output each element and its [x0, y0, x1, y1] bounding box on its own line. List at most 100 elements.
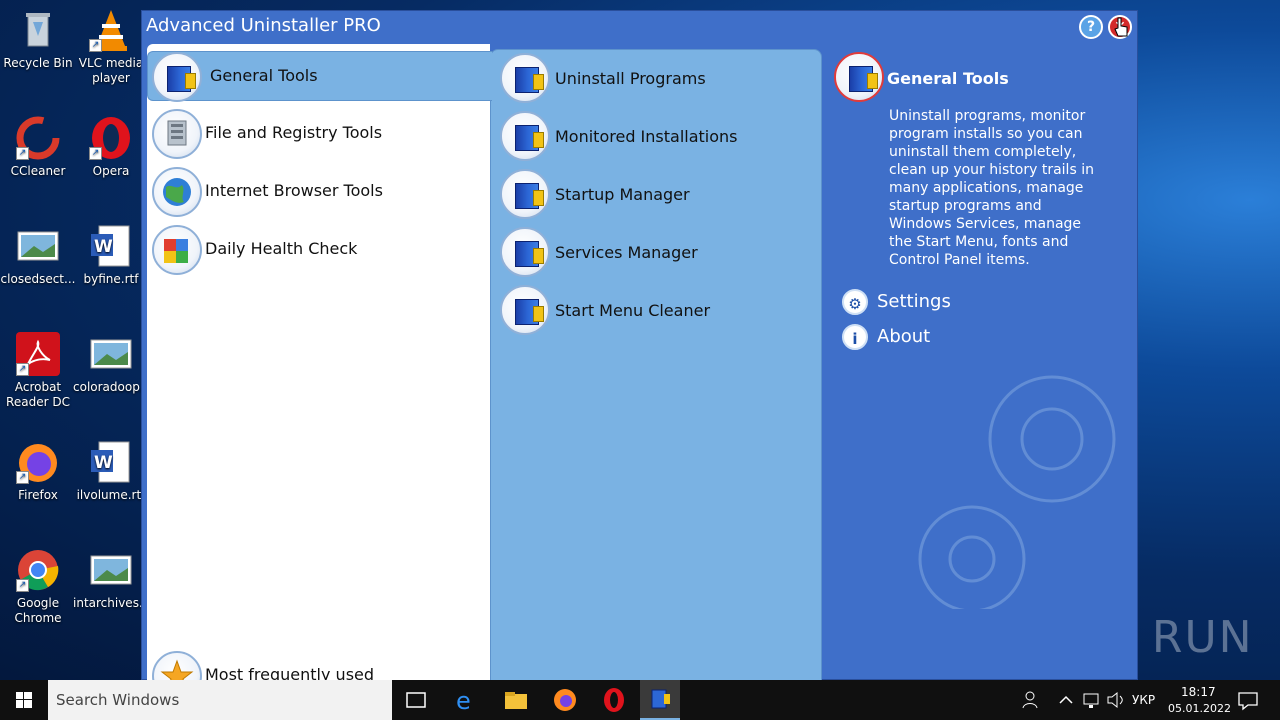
taskbar: Search Windows e УКР 18:17 05.01.2022 [0, 680, 1280, 720]
word-document-icon: W [89, 440, 133, 484]
desktop-icon-acrobat[interactable]: ↗ Acrobat Reader DC [0, 332, 76, 410]
firefox-icon: ↗ [16, 440, 60, 484]
shortcut-arrow-icon: ↗ [16, 363, 29, 376]
shortcut-arrow-icon: ↗ [16, 579, 29, 592]
mouse-cursor-icon [1114, 17, 1128, 37]
category-most-frequently-used[interactable]: Most frequently used [152, 651, 482, 681]
window-title: Advanced Uninstaller PRO [146, 15, 381, 36]
title-bar[interactable]: Advanced Uninstaller PRO ? ✕ [142, 11, 1137, 41]
opera-taskbar-icon[interactable] [600, 686, 628, 714]
shortcut-arrow-icon: ↗ [16, 471, 29, 484]
language-indicator[interactable]: УКР [1132, 693, 1155, 707]
desktop-icon-opera[interactable]: ↗ Opera [73, 116, 149, 179]
about-link[interactable]: i About [842, 324, 962, 352]
startup-manager-icon [500, 169, 550, 219]
desktop-icon-vlc[interactable]: ↗ VLC media player [73, 8, 149, 86]
tool-label: Services Manager [555, 243, 698, 262]
category-general-tools[interactable]: General Tools [147, 51, 492, 102]
desktop-icon-recycle-bin[interactable]: Recycle Bin [0, 8, 76, 71]
desktop-icon-coloradoop[interactable]: coloradoop... [73, 332, 151, 395]
info-description: Uninstall programs, monitor program inst… [889, 108, 1094, 268]
search-input[interactable]: Search Windows [48, 680, 392, 720]
tool-services-manager[interactable]: Services Manager [500, 227, 820, 277]
monitored-installations-icon [500, 111, 550, 161]
general-tools-icon [152, 52, 202, 102]
desktop-icon-label: closedsect... [0, 272, 76, 286]
desktop-icon-closedsect[interactable]: closedsect... [0, 224, 76, 287]
tool-label: Startup Manager [555, 185, 690, 204]
edge-icon[interactable]: e [453, 686, 481, 715]
start-button[interactable] [0, 680, 48, 720]
help-button[interactable]: ? [1079, 15, 1103, 39]
windows-logo-icon [16, 692, 32, 708]
acrobat-icon: ↗ [16, 332, 60, 376]
image-file-icon [89, 332, 133, 376]
tool-monitored-installations[interactable]: Monitored Installations [500, 111, 820, 161]
desktop-icon-byfine[interactable]: W byfine.rtf [73, 224, 149, 287]
category-label: Most frequently used [205, 665, 375, 681]
tool-label: Uninstall Programs [555, 69, 706, 88]
desktop-icon-intarchives[interactable]: intarchives... [73, 548, 151, 611]
info-title: General Tools [887, 69, 1009, 88]
tool-startup-manager[interactable]: Startup Manager [500, 169, 820, 219]
svg-text:W: W [94, 237, 113, 257]
opera-icon: ↗ [89, 116, 133, 160]
services-manager-icon [500, 227, 550, 277]
desktop-icon-label: Firefox [18, 488, 58, 502]
desktop-icon-label: Acrobat Reader DC [6, 380, 70, 409]
category-internet-browser-tools[interactable]: Internet Browser Tools [152, 167, 482, 217]
desktop-icon-ilvolume[interactable]: W ilvolume.rtf [73, 440, 149, 503]
desktop-icon-label: Opera [92, 164, 130, 178]
volume-icon[interactable] [1104, 686, 1132, 714]
shortcut-arrow-icon: ↗ [89, 39, 102, 52]
category-daily-health-check[interactable]: Daily Health Check [152, 225, 482, 275]
desktop-icon-label: ilvolume.rtf [76, 488, 146, 502]
info-icon: i [842, 324, 868, 350]
category-label: Daily Health Check [205, 239, 358, 258]
vlc-icon: ↗ [89, 8, 133, 52]
start-menu-cleaner-icon [500, 285, 550, 335]
clock-time[interactable]: 18:17 [1181, 685, 1216, 699]
svg-text:W: W [94, 453, 113, 473]
star-icon [152, 651, 202, 681]
tool-label: Monitored Installations [555, 127, 738, 146]
desktop-icon-chrome[interactable]: ↗ Google Chrome [0, 548, 76, 626]
app-window: Advanced Uninstaller PRO ? ✕ General Too… [141, 10, 1138, 681]
recycle-bin-icon [16, 8, 60, 52]
gears-decoration [918, 375, 1116, 609]
desktop-icon-ccleaner[interactable]: ↗ CCleaner [0, 116, 76, 179]
advanced-uninstaller-taskbar-icon[interactable] [640, 680, 680, 720]
chrome-icon: ↗ [16, 548, 60, 592]
clock-date[interactable]: 05.01.2022 [1168, 702, 1231, 715]
file-registry-icon [152, 109, 202, 159]
desktop-icon-label: intarchives... [73, 596, 151, 610]
image-file-icon [89, 548, 133, 592]
tool-label: Start Menu Cleaner [555, 301, 711, 320]
health-check-icon [152, 225, 202, 275]
task-view-icon[interactable] [402, 686, 430, 714]
desktop-icon-label: Recycle Bin [3, 56, 73, 70]
shortcut-arrow-icon: ↗ [89, 147, 102, 160]
category-label: General Tools [210, 66, 318, 85]
image-file-icon [16, 224, 60, 268]
info-panel: General Tools Uninstall programs, monito… [832, 49, 1132, 681]
desktop-icon-label: VLC media player [78, 56, 144, 85]
general-tools-info-icon [834, 52, 884, 102]
file-explorer-icon[interactable] [502, 686, 530, 714]
category-file-registry-tools[interactable]: File and Registry Tools [152, 109, 482, 159]
firefox-taskbar-icon[interactable] [551, 686, 579, 714]
svg-text:e: e [456, 687, 471, 714]
tool-uninstall-programs[interactable]: Uninstall Programs [500, 53, 820, 103]
ccleaner-icon: ↗ [16, 116, 60, 160]
notifications-icon[interactable] [1234, 686, 1262, 714]
desktop-icon-label: byfine.rtf [83, 272, 139, 286]
settings-link[interactable]: ⚙ Settings [842, 289, 962, 317]
about-label: About [877, 326, 931, 347]
desktop-icon-firefox[interactable]: ↗ Firefox [0, 440, 76, 503]
word-document-icon: W [89, 224, 133, 268]
people-icon[interactable] [1018, 686, 1046, 714]
tool-start-menu-cleaner[interactable]: Start Menu Cleaner [500, 285, 820, 335]
desktop-icon-label: CCleaner [10, 164, 66, 178]
desktop-icon-label: Google Chrome [14, 596, 62, 625]
globe-icon [152, 167, 202, 217]
